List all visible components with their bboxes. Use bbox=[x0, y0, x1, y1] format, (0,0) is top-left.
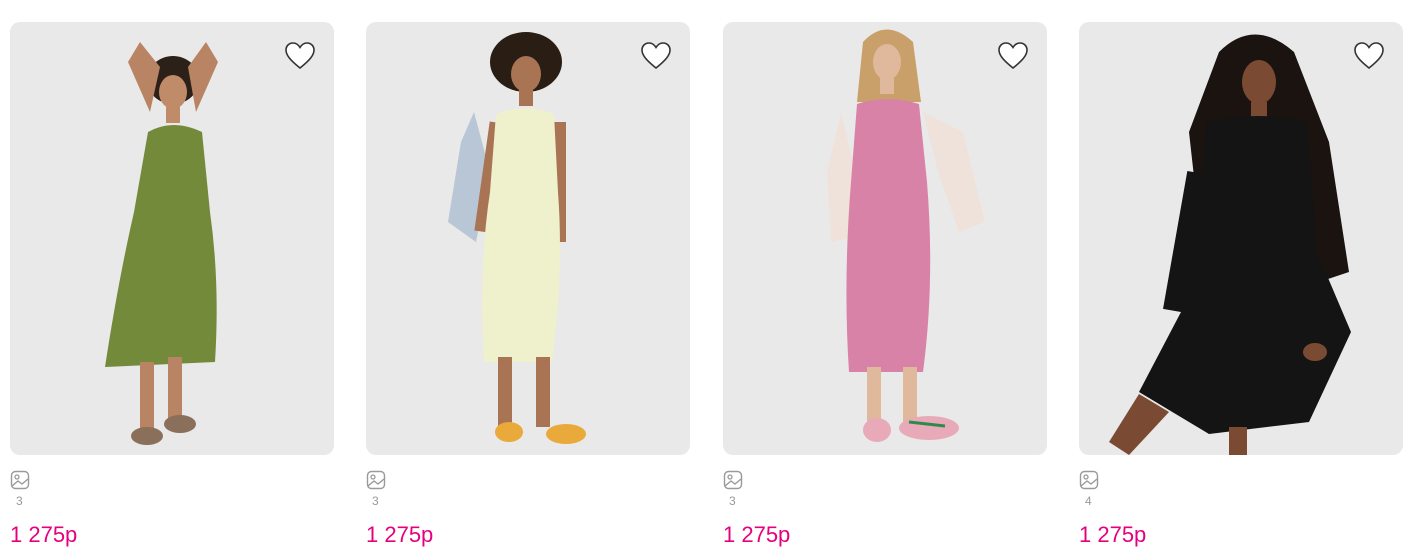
photo-count-indicator: 3 bbox=[723, 468, 783, 512]
photo-count-indicator: 3 bbox=[366, 468, 426, 512]
image-gallery-icon bbox=[723, 470, 743, 490]
product-photo[interactable] bbox=[366, 22, 690, 455]
product-card[interactable]: 3 1 275р bbox=[10, 22, 334, 557]
photo-count-indicator: 3 bbox=[10, 468, 70, 512]
photo-count: 3 bbox=[16, 494, 23, 508]
product-model-image bbox=[105, 42, 218, 445]
price: 1 275р bbox=[1079, 522, 1147, 547]
image-gallery-icon bbox=[10, 470, 30, 490]
product-model-image bbox=[1109, 34, 1351, 455]
product-photo[interactable] bbox=[723, 22, 1047, 455]
heart-outline-icon[interactable] bbox=[640, 41, 672, 71]
product-photo[interactable] bbox=[10, 22, 334, 455]
product-card[interactable]: 4 1 275р bbox=[1079, 22, 1403, 557]
heart-outline-icon[interactable] bbox=[1353, 41, 1385, 71]
product-model-image bbox=[448, 32, 586, 444]
dress-shape bbox=[105, 125, 217, 367]
price: 1 275р bbox=[366, 522, 434, 547]
product-card[interactable]: 3 1 275р bbox=[366, 22, 690, 557]
product-card[interactable]: 3 1 275р bbox=[723, 22, 1047, 557]
photo-count: 3 bbox=[729, 494, 736, 508]
image-gallery-icon bbox=[366, 470, 386, 490]
product-model-image bbox=[827, 29, 985, 442]
product-photo[interactable] bbox=[1079, 22, 1403, 455]
product-grid: 3 1 275р 3 1 275р 3 1 275р 4 1 275р bbox=[0, 0, 1419, 557]
price: 1 275р bbox=[723, 522, 791, 547]
heart-outline-icon[interactable] bbox=[997, 41, 1029, 71]
price: 1 275р bbox=[10, 522, 78, 547]
image-gallery-icon bbox=[1079, 470, 1099, 490]
dress-shape bbox=[482, 108, 560, 362]
photo-count: 4 bbox=[1085, 494, 1092, 508]
heart-outline-icon[interactable] bbox=[284, 41, 316, 71]
photo-count: 3 bbox=[372, 494, 379, 508]
photo-count-indicator: 4 bbox=[1079, 468, 1139, 512]
dress-shape bbox=[846, 99, 931, 372]
